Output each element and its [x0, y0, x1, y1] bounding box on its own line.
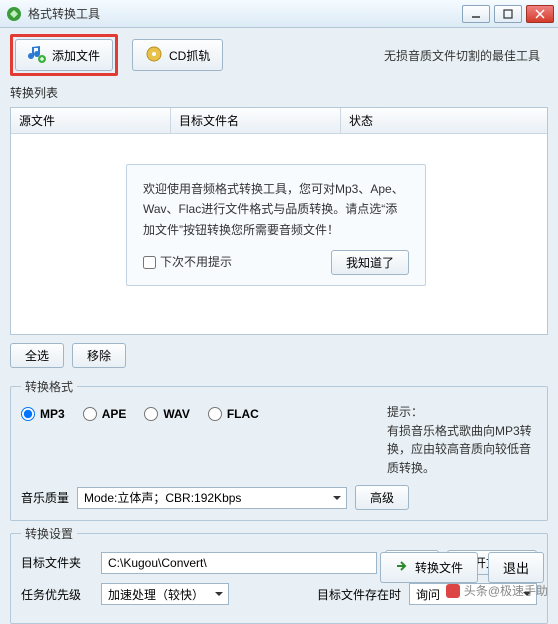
add-file-button[interactable]: 添加文件 — [15, 39, 113, 71]
watermark-icon — [446, 584, 460, 598]
minimize-button[interactable] — [462, 5, 490, 23]
welcome-text: 欢迎使用音频格式转换工具，您可对Mp3、Ape、Wav、Flac进行文件格式与品… — [143, 179, 409, 240]
quality-label: 音乐质量 — [21, 489, 69, 506]
convert-arrow-icon — [395, 559, 409, 576]
music-add-icon — [28, 45, 46, 66]
col-status[interactable]: 状态 — [341, 108, 547, 133]
format-flac-radio[interactable]: FLAC — [208, 407, 259, 421]
cd-rip-label: CD抓轨 — [169, 47, 210, 64]
list-section-label: 转换列表 — [0, 82, 558, 103]
exists-label: 目标文件存在时 — [317, 586, 401, 603]
format-fieldset: 转换格式 MP3 APE WAV FLAC 提示： 有损音乐格式歌曲向MP3转换… — [10, 378, 548, 521]
col-target[interactable]: 目标文件名 — [171, 108, 341, 133]
dont-show-label: 下次不用提示 — [160, 252, 232, 272]
format-mp3-radio[interactable]: MP3 — [21, 407, 65, 421]
app-icon — [6, 6, 22, 22]
format-hint: 提示： 有损音乐格式歌曲向MP3转换，应由较高音质向较低音质转换。 — [387, 403, 537, 477]
welcome-panel: 欢迎使用音频格式转换工具，您可对Mp3、Ape、Wav、Flac进行文件格式与品… — [126, 164, 426, 286]
welcome-ok-button[interactable]: 我知道了 — [331, 250, 409, 275]
col-source[interactable]: 源文件 — [11, 108, 171, 133]
watermark: 头条@极速手助 — [446, 582, 548, 599]
priority-select[interactable]: 加速处理（较快） — [101, 583, 229, 605]
quality-select[interactable]: Mode:立体声；CBR:192Kbps — [77, 487, 347, 509]
advanced-button[interactable]: 高级 — [355, 485, 409, 510]
settings-legend: 转换设置 — [21, 525, 77, 542]
file-list[interactable]: 欢迎使用音频格式转换工具，您可对Mp3、Ape、Wav、Flac进行文件格式与品… — [11, 134, 547, 334]
format-ape-radio[interactable]: APE — [83, 407, 127, 421]
remove-button[interactable]: 移除 — [72, 343, 126, 368]
window-title: 格式转换工具 — [28, 5, 462, 22]
exit-button[interactable]: 退出 — [488, 552, 544, 583]
format-legend: 转换格式 — [21, 378, 77, 395]
cd-icon — [145, 45, 163, 66]
select-all-button[interactable]: 全选 — [10, 343, 64, 368]
target-folder-label: 目标文件夹 — [21, 554, 93, 571]
highlight-box: 添加文件 — [10, 34, 118, 76]
target-folder-input[interactable]: C:\Kugou\Convert\ — [101, 552, 377, 574]
priority-label: 任务优先级 — [21, 586, 93, 603]
add-file-label: 添加文件 — [52, 47, 100, 64]
close-button[interactable] — [526, 5, 554, 23]
convert-button[interactable]: 转换文件 — [380, 552, 478, 583]
maximize-button[interactable] — [494, 5, 522, 23]
list-header: 源文件 目标文件名 状态 — [11, 108, 547, 134]
dont-show-checkbox[interactable]: 下次不用提示 — [143, 252, 232, 272]
tagline-text: 无损音质文件切割的最佳工具 — [384, 47, 548, 64]
cd-rip-button[interactable]: CD抓轨 — [132, 39, 223, 71]
format-wav-radio[interactable]: WAV — [144, 407, 189, 421]
